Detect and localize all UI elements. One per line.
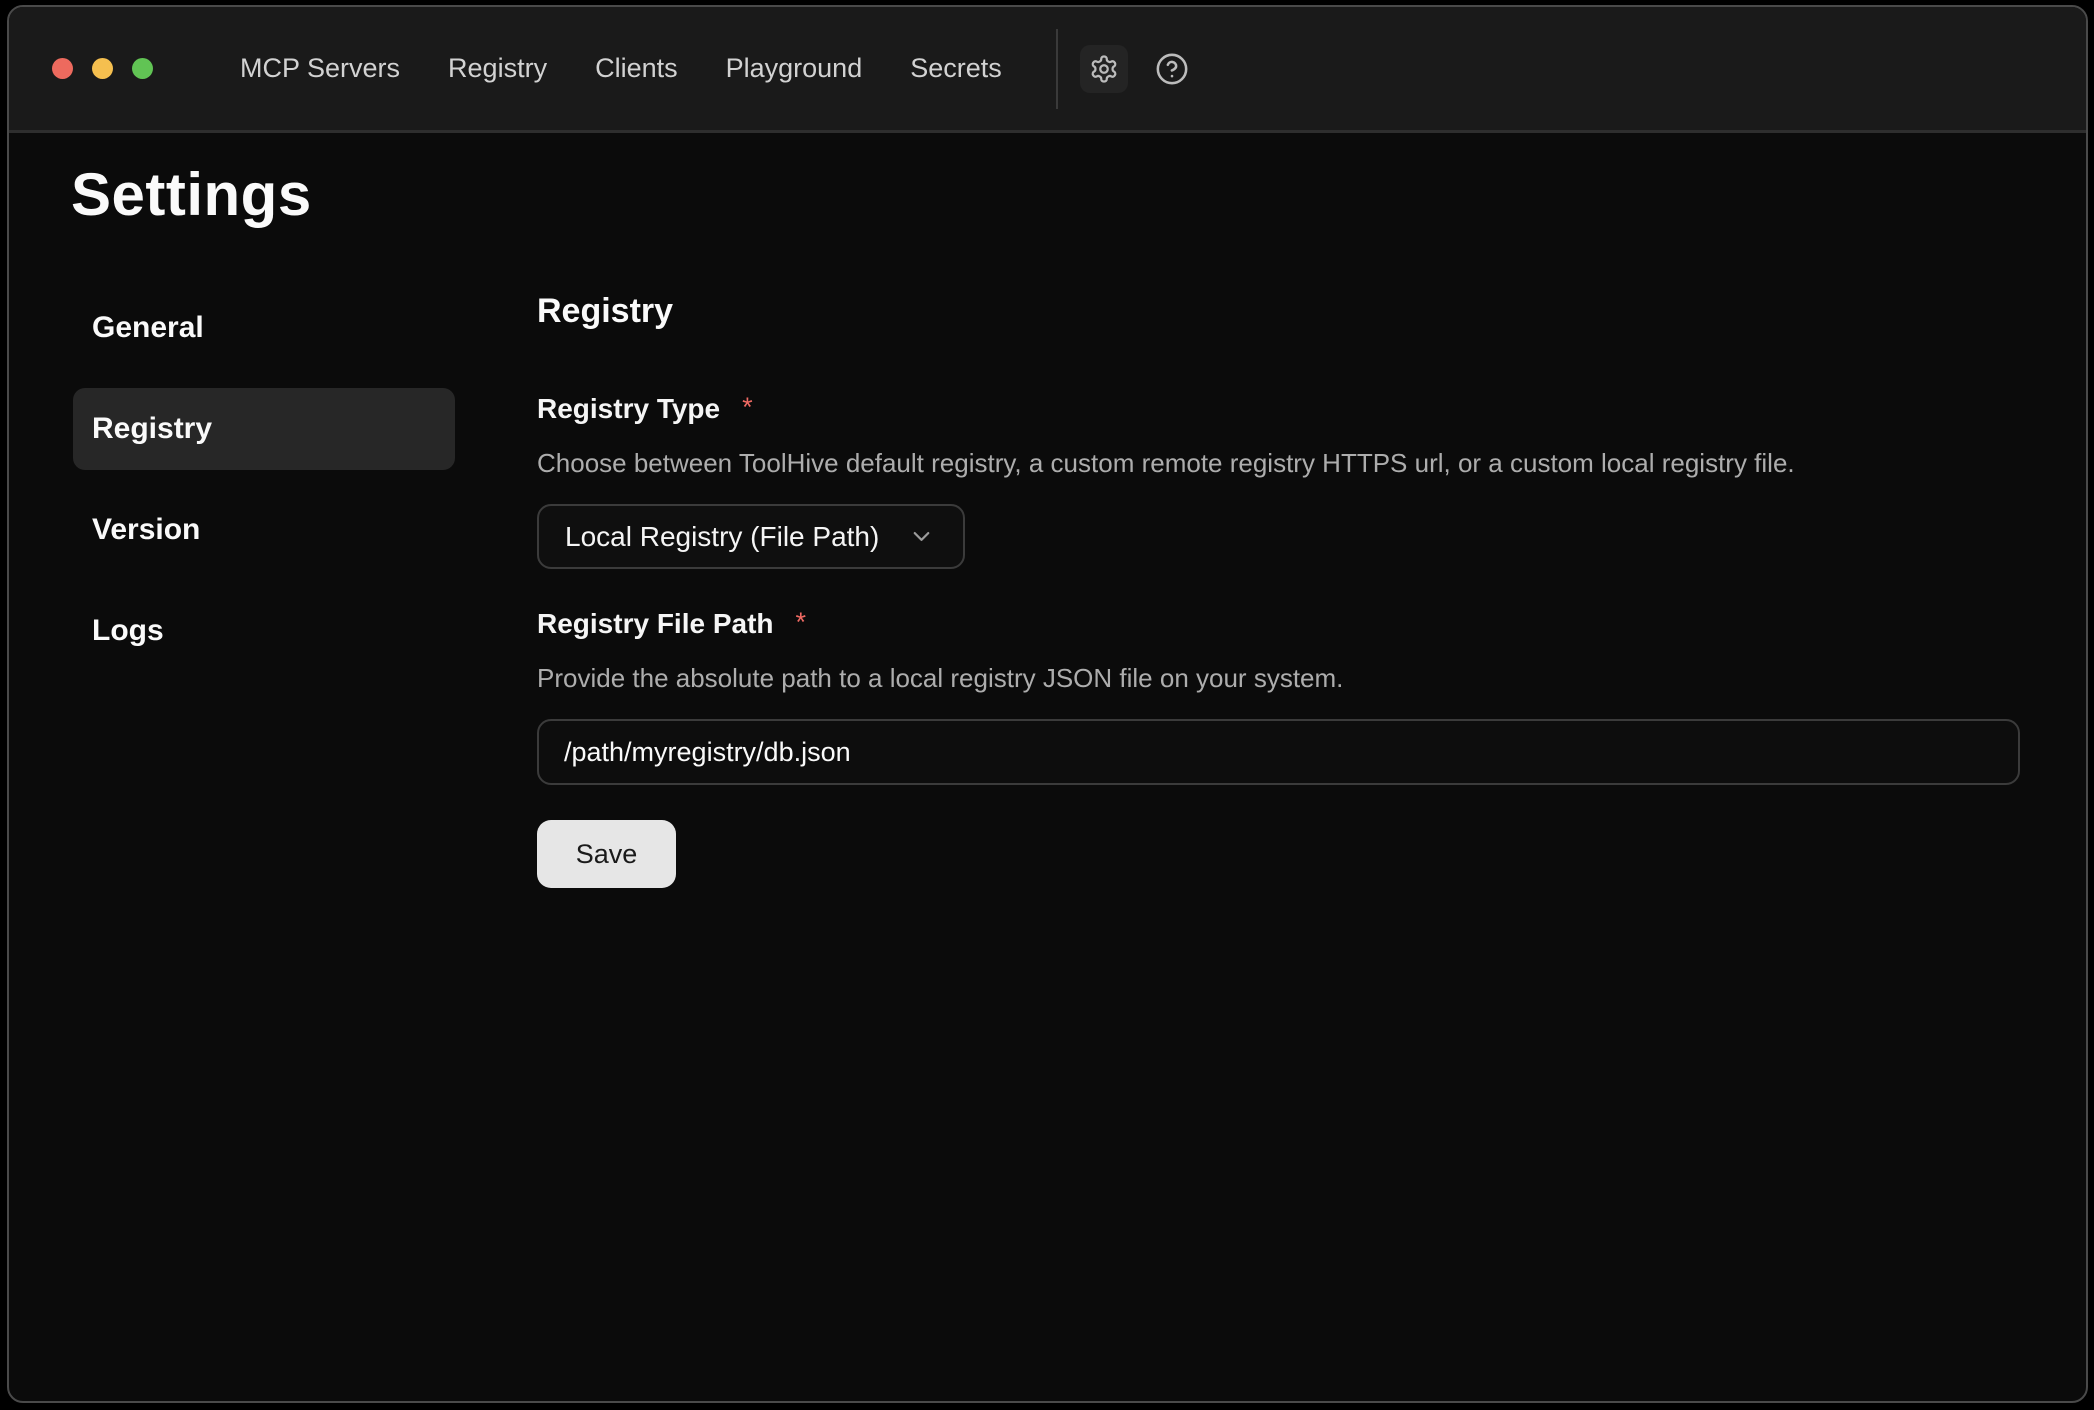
nav-item-secrets[interactable]: Secrets: [910, 53, 1002, 84]
section-heading: Registry: [537, 291, 2020, 332]
required-asterisk: *: [796, 607, 807, 637]
settings-gear-icon: [1089, 54, 1119, 84]
registry-type-select[interactable]: Local Registry (File Path): [537, 504, 965, 569]
registry-file-path-label-row: Registry File Path *: [537, 607, 2020, 641]
nav-item-clients[interactable]: Clients: [595, 53, 678, 84]
nav-item-playground[interactable]: Playground: [726, 53, 863, 84]
help-icon: [1155, 52, 1189, 86]
required-asterisk: *: [742, 392, 753, 422]
registry-type-label-row: Registry Type *: [537, 392, 2020, 426]
registry-settings-panel: Registry Registry Type * Choose between …: [537, 291, 2020, 888]
top-navigation: MCP Servers Registry Clients Playground …: [240, 53, 1002, 84]
sidebar-item-general[interactable]: General: [73, 287, 455, 369]
settings-page: Settings General Registry Version Logs R…: [9, 138, 2086, 1401]
sidebar-item-logs[interactable]: Logs: [73, 590, 455, 672]
nav-item-mcp-servers[interactable]: MCP Servers: [240, 53, 400, 84]
close-button[interactable]: [52, 58, 73, 79]
sidebar-item-registry[interactable]: Registry: [73, 388, 455, 470]
traffic-lights: [52, 58, 153, 79]
registry-file-path-label: Registry File Path: [537, 607, 774, 641]
settings-button[interactable]: [1080, 45, 1128, 93]
settings-sidebar: General Registry Version Logs: [73, 287, 455, 672]
page-title: Settings: [71, 159, 2086, 231]
chevron-down-icon: [908, 523, 935, 550]
registry-type-label: Registry Type: [537, 392, 720, 426]
registry-type-selected-value: Local Registry (File Path): [565, 521, 879, 553]
titlebar: MCP Servers Registry Clients Playground …: [9, 7, 2086, 133]
sidebar-item-version[interactable]: Version: [73, 489, 455, 571]
nav-item-registry[interactable]: Registry: [448, 53, 547, 84]
help-button[interactable]: [1148, 45, 1196, 93]
nav-divider: [1056, 29, 1058, 109]
minimize-button[interactable]: [92, 58, 113, 79]
zoom-button[interactable]: [132, 58, 153, 79]
registry-file-path-description: Provide the absolute path to a local reg…: [537, 662, 2020, 695]
registry-type-description: Choose between ToolHive default registry…: [537, 447, 2020, 480]
save-button[interactable]: Save: [537, 820, 676, 888]
app-window: MCP Servers Registry Clients Playground …: [7, 5, 2088, 1403]
registry-file-path-input[interactable]: [537, 719, 2020, 785]
